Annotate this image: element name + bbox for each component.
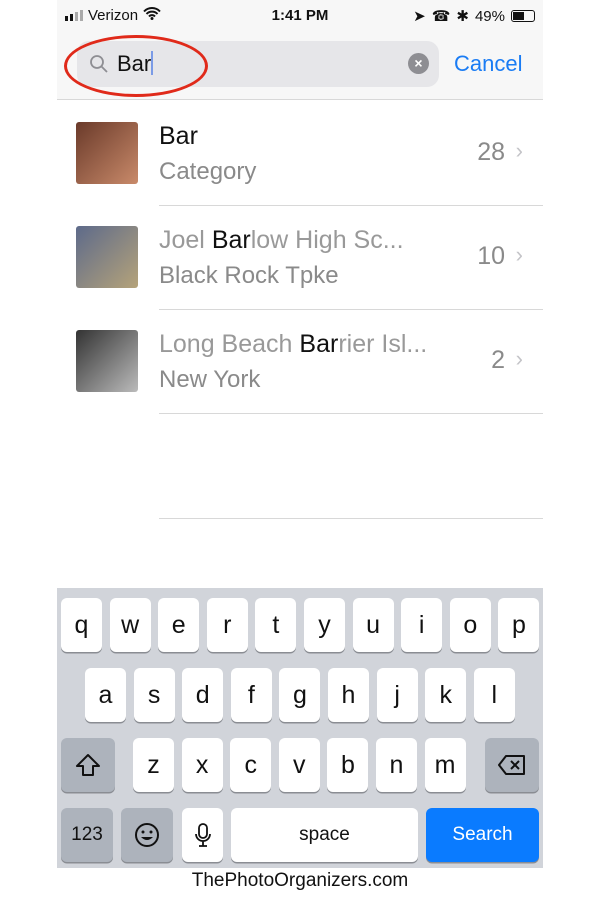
divider xyxy=(159,518,543,519)
key-h[interactable]: h xyxy=(328,668,369,722)
key-q[interactable]: q xyxy=(61,598,102,652)
title-text: rier Isl... xyxy=(338,330,428,358)
result-title: Joel Barlow High Sc... xyxy=(159,226,404,255)
key-f[interactable]: f xyxy=(230,668,272,722)
title-match: Bar xyxy=(211,226,251,254)
chevron-right-icon: › xyxy=(515,138,523,163)
key-z[interactable]: z xyxy=(133,738,174,792)
battery-icon xyxy=(511,10,535,22)
key-l[interactable]: l xyxy=(473,668,515,722)
space-key[interactable]: space xyxy=(231,808,418,862)
cancel-button[interactable]: Cancel xyxy=(454,51,522,77)
result-subtitle: New York xyxy=(159,366,261,393)
search-key[interactable]: Search xyxy=(426,808,539,862)
key-x[interactable]: x xyxy=(181,738,223,792)
key-a[interactable]: a xyxy=(85,668,126,722)
result-subtitle: Category xyxy=(159,158,257,185)
location-icon: ➤ xyxy=(413,8,426,25)
key-j[interactable]: j xyxy=(376,668,418,722)
chevron-right-icon: › xyxy=(515,346,523,371)
divider xyxy=(159,413,543,414)
title-text: Joel xyxy=(159,226,212,254)
clear-search-button[interactable]: × xyxy=(408,53,429,74)
result-title: Bar xyxy=(159,122,198,151)
result-count: 28 xyxy=(477,138,505,166)
key-u[interactable]: u xyxy=(352,598,394,652)
thumbnail xyxy=(76,330,138,392)
key-i[interactable]: i xyxy=(401,598,443,652)
text-cursor xyxy=(151,51,154,75)
search-input[interactable]: Bar × xyxy=(77,41,439,87)
dictation-key[interactable] xyxy=(182,808,223,862)
key-v[interactable]: v xyxy=(278,738,320,792)
search-value: Bar xyxy=(117,51,152,76)
status-bar: Verizon 1:41 PM ➤ ☎ ✱ 49% xyxy=(57,0,543,32)
empty-row xyxy=(57,415,543,519)
key-p[interactable]: p xyxy=(498,598,540,652)
watermark: ThePhotoOrganizers.com xyxy=(191,870,409,891)
result-count: 10 xyxy=(477,242,505,270)
title-text: low High Sc... xyxy=(250,226,404,254)
emoji-key[interactable] xyxy=(121,808,173,862)
key-c[interactable]: c xyxy=(230,738,272,792)
title-text: Long Beach xyxy=(159,330,300,358)
result-row[interactable]: Bar Category 28 › xyxy=(57,102,543,206)
delete-key[interactable] xyxy=(485,738,539,792)
key-d[interactable]: d xyxy=(182,668,224,722)
battery-percent: 49% xyxy=(474,7,505,25)
result-row[interactable]: Long Beach Barrier Isl... New York 2 › xyxy=(57,310,543,414)
result-title: Long Beach Barrier Isl... xyxy=(159,330,427,359)
key-b[interactable]: b xyxy=(327,738,369,792)
key-n[interactable]: n xyxy=(376,738,417,792)
key-t[interactable]: t xyxy=(255,598,297,652)
result-row[interactable]: Joel Barlow High Sc... Black Rock Tpke 1… xyxy=(57,206,543,310)
key-r[interactable]: r xyxy=(206,598,248,652)
key-y[interactable]: y xyxy=(304,598,345,652)
numbers-key[interactable]: 123 xyxy=(61,808,113,862)
search-icon xyxy=(89,54,109,79)
key-s[interactable]: s xyxy=(133,668,175,722)
title-match: Bar xyxy=(159,122,198,150)
chevron-right-icon: › xyxy=(515,242,523,267)
key-w[interactable]: w xyxy=(109,598,151,652)
result-count: 2 xyxy=(491,346,505,374)
result-subtitle: Black Rock Tpke xyxy=(159,262,339,289)
thumbnail xyxy=(76,226,138,288)
shift-key[interactable] xyxy=(61,738,115,792)
title-match: Bar xyxy=(299,330,339,358)
bluetooth-icon: ✱ xyxy=(456,8,469,25)
key-k[interactable]: k xyxy=(425,668,467,722)
key-e[interactable]: e xyxy=(158,598,200,652)
thumbnail xyxy=(76,122,138,184)
phone-screen: Verizon 1:41 PM ➤ ☎ ✱ 49% Bar × Cancel B… xyxy=(57,0,543,868)
tty-icon: ☎ xyxy=(431,8,451,25)
keyboard: 123 space Search qwertyuiop asdfghjkl zxcv… xyxy=(57,588,543,868)
key-o[interactable]: o xyxy=(449,598,491,652)
key-g[interactable]: g xyxy=(279,668,321,722)
search-bar: Bar × Cancel xyxy=(57,32,543,100)
key-m[interactable]: m xyxy=(424,738,466,792)
